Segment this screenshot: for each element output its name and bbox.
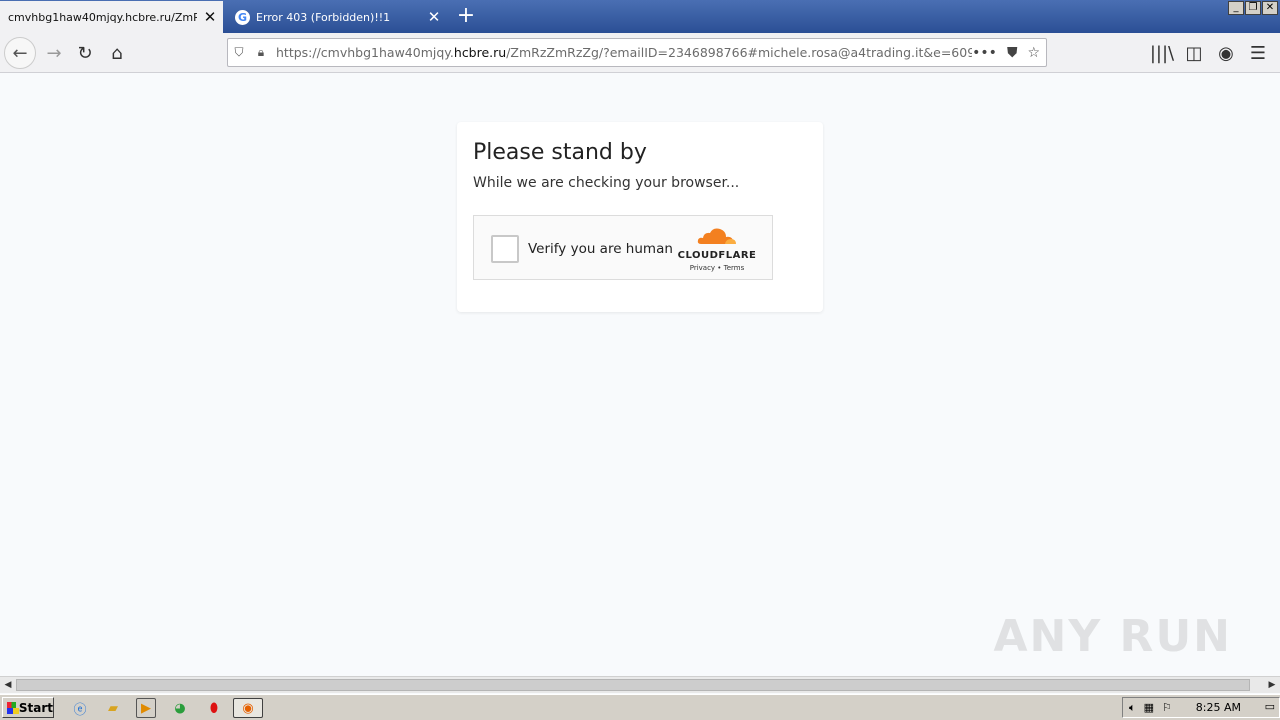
system-tray: 🔈︎ ▦ ⚐ 8:25 AM ▭ (1122, 697, 1280, 718)
page-content: Please stand by While we are checking yo… (0, 74, 1280, 676)
navigation-toolbar: ← → ↻ ⌂ ⛉ 🔒︎ https://cmvhbg1haw40mjqy.hc… (0, 33, 1280, 73)
start-button[interactable]: Start (2, 697, 54, 718)
windows-logo-icon (7, 701, 19, 714)
tab-error-403[interactable]: G Error 403 (Forbidden)!!1 ✕ (225, 1, 447, 33)
window-controls: _ ❐ ✕ (1228, 1, 1278, 15)
flag-icon[interactable]: ⚐ (1162, 701, 1172, 714)
reload-button[interactable]: ↻ (69, 37, 101, 69)
verify-label: Verify you are human (528, 241, 673, 257)
back-button[interactable]: ← (4, 37, 36, 69)
library-button[interactable]: |||\ (1146, 37, 1178, 69)
sidebar-icon: ◫ (1185, 42, 1203, 64)
home-button[interactable]: ⌂ (101, 37, 133, 69)
url-prefix: https://cmvhbg1haw40mjqy. (276, 45, 454, 60)
sidebar-button[interactable]: ◫ (1178, 37, 1210, 69)
home-icon: ⌂ (111, 42, 123, 64)
page-subtext: While we are checking your browser... (473, 175, 740, 191)
clock: 8:25 AM (1195, 701, 1241, 714)
tab-close-icon[interactable]: ✕ (197, 8, 223, 26)
minimize-button[interactable]: _ (1228, 1, 1244, 15)
url-path: /ZmRzZmRzZg/?emailID=2346898766#michele.… (506, 45, 973, 60)
tab-strip: cmvhbg1haw40mjqy.hcbre.ru/ZmRzZm ✕ G Err… (0, 0, 1280, 33)
folder-icon[interactable]: ▰ (103, 698, 123, 718)
url-domain: hcbre.ru (453, 45, 507, 60)
reload-icon: ↻ (77, 42, 93, 64)
shield-icon[interactable]: ⛉ (228, 45, 250, 60)
address-bar-actions: ••• ⛊ ☆ (972, 45, 1046, 61)
pocket-icon[interactable]: ⛊ (1007, 45, 1018, 61)
page-heading: Please stand by (473, 140, 647, 165)
tab-close-icon[interactable]: ✕ (421, 8, 447, 26)
scroll-left-icon[interactable]: ◀ (1, 678, 15, 692)
new-tab-button[interactable]: + (452, 2, 480, 30)
network-icon[interactable]: ▦ (1144, 701, 1154, 714)
tab-title: Error 403 (Forbidden)!!1 (256, 10, 391, 24)
opera-icon[interactable]: ⬮ (204, 698, 224, 718)
close-window-button[interactable]: ✕ (1262, 1, 1278, 15)
url-text[interactable]: https://cmvhbg1haw40mjqy.hcbre.ru/ZmRzZm… (272, 45, 972, 60)
scrollbar-thumb[interactable] (16, 679, 1250, 691)
menu-button[interactable]: ☰ (1242, 37, 1274, 69)
google-g-icon: G (235, 9, 250, 25)
account-button[interactable]: ◉ (1210, 37, 1242, 69)
cloudflare-wordmark: CLOUDFLARE (677, 250, 757, 261)
horizontal-scrollbar[interactable]: ◀ ▶ (0, 676, 1280, 693)
chrome-icon[interactable]: ◕ (170, 698, 190, 718)
forward-button[interactable]: → (38, 37, 70, 69)
privacy-terms-links[interactable]: Privacy • Terms (677, 264, 757, 272)
ie-icon[interactable]: ⓔ (70, 698, 90, 718)
show-desktop-icon[interactable]: ▭ (1265, 700, 1275, 713)
lock-icon[interactable]: 🔒︎ (250, 45, 272, 60)
scroll-right-icon[interactable]: ▶ (1265, 678, 1279, 692)
cloud-icon (697, 228, 736, 244)
restore-button[interactable]: ❐ (1245, 1, 1261, 15)
cloudflare-logo: CLOUDFLARE Privacy • Terms (677, 226, 757, 272)
toolbar-right: |||\ ◫ ◉ ☰ (1146, 37, 1274, 69)
firefox-icon[interactable]: ◉ (233, 698, 263, 718)
arrow-right-icon: → (46, 42, 62, 64)
anyrun-watermark: ANY RUN (993, 611, 1232, 662)
turnstile-widget: Verify you are human CLOUDFLARE Privacy … (473, 215, 773, 280)
tab-active[interactable]: cmvhbg1haw40mjqy.hcbre.ru/ZmRzZm ✕ (0, 1, 223, 33)
account-icon: ◉ (1218, 42, 1234, 64)
library-icon: |||\ (1149, 42, 1175, 64)
volume-icon[interactable]: 🔈︎ (1129, 701, 1136, 715)
verify-checkbox[interactable] (491, 235, 519, 263)
bookmark-star-icon[interactable]: ☆ (1027, 45, 1040, 61)
media-player-icon[interactable]: ▶ (136, 698, 156, 718)
address-bar[interactable]: ⛉ 🔒︎ https://cmvhbg1haw40mjqy.hcbre.ru/Z… (227, 38, 1047, 67)
tab-title: cmvhbg1haw40mjqy.hcbre.ru/ZmRzZm (8, 10, 197, 24)
hamburger-menu-icon: ☰ (1249, 42, 1267, 64)
challenge-card: Please stand by While we are checking yo… (457, 122, 823, 312)
windows-taskbar: Start ⓔ ▰ ▶ ◕ ⬮ ◉ 🔈︎ ▦ ⚐ 8:25 AM ▭ (0, 694, 1280, 720)
arrow-left-icon: ← (12, 42, 28, 64)
more-actions-icon[interactable]: ••• (972, 45, 997, 61)
start-label: Start (18, 700, 53, 715)
